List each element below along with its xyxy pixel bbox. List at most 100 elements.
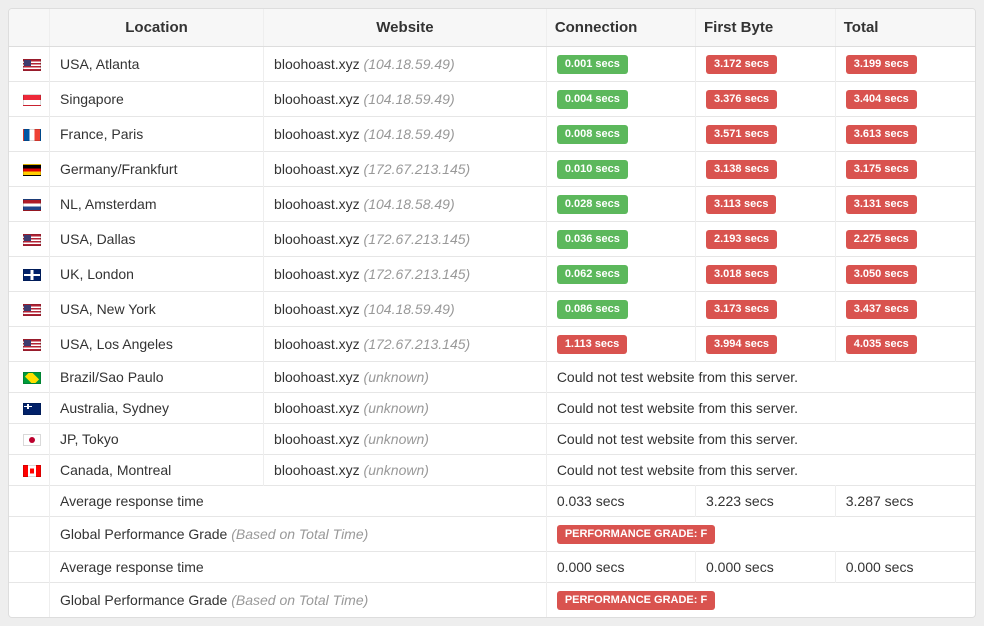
timing-badge: 3.131 secs — [846, 195, 917, 214]
fr-flag-icon — [23, 129, 41, 141]
ca-flag-icon — [23, 465, 41, 477]
host-text: bloohoast.xyz — [274, 400, 360, 416]
first-byte-cell: 3.173 secs — [696, 292, 836, 327]
website-cell: bloohoast.xyz (172.67.213.145) — [264, 152, 547, 187]
flag-cell — [9, 187, 50, 222]
flag-cell — [9, 117, 50, 152]
summary-label: Average response time — [50, 486, 547, 517]
table-row: USA, Los Angelesbloohoast.xyz (172.67.21… — [9, 327, 975, 362]
timing-badge: 3.613 secs — [846, 125, 917, 144]
table-row: Brazil/Sao Paulobloohoast.xyz (unknown)C… — [9, 362, 975, 393]
table-row: NL, Amsterdambloohoast.xyz (104.18.58.49… — [9, 187, 975, 222]
timing-badge: 2.275 secs — [846, 230, 917, 249]
website-cell: bloohoast.xyz (172.67.213.145) — [264, 257, 547, 292]
summary-row: Average response time0.000 secs0.000 sec… — [9, 552, 975, 583]
performance-grade-badge: PERFORMANCE GRADE: F — [557, 525, 715, 544]
uk-flag-icon — [23, 269, 41, 281]
connection-cell: 0.001 secs — [546, 47, 695, 82]
location-cell: JP, Tokyo — [50, 424, 264, 455]
connection-cell: 0.008 secs — [546, 117, 695, 152]
first-byte-cell: 3.571 secs — [696, 117, 836, 152]
error-cell: Could not test website from this server. — [546, 362, 975, 393]
col-location[interactable]: Location — [50, 9, 264, 47]
grade-cell: PERFORMANCE GRADE: F — [546, 517, 975, 552]
timing-badge: 3.018 secs — [706, 265, 777, 284]
total-cell: 3.050 secs — [835, 257, 975, 292]
total-cell: 3.613 secs — [835, 117, 975, 152]
timing-badge: 1.113 secs — [557, 335, 627, 354]
location-cell: USA, New York — [50, 292, 264, 327]
ip-text: (172.67.213.145) — [364, 266, 471, 282]
timing-badge: 3.113 secs — [706, 195, 776, 214]
sg-flag-icon — [23, 94, 41, 106]
us-flag-icon — [23, 339, 41, 351]
host-text: bloohoast.xyz — [274, 161, 360, 177]
timing-badge: 0.086 secs — [557, 300, 628, 319]
first-byte-cell: 3.172 secs — [696, 47, 836, 82]
host-text: bloohoast.xyz — [274, 91, 360, 107]
total-cell: 3.404 secs — [835, 82, 975, 117]
timing-badge: 4.035 secs — [846, 335, 917, 354]
timing-badge: 0.001 secs — [557, 55, 628, 74]
summary-conn: 0.033 secs — [546, 486, 695, 517]
first-byte-cell: 3.138 secs — [696, 152, 836, 187]
ip-text: (unknown) — [364, 369, 429, 385]
flag-cell — [9, 82, 50, 117]
ip-text: (unknown) — [364, 462, 429, 478]
website-cell: bloohoast.xyz (unknown) — [264, 455, 547, 486]
total-cell: 3.131 secs — [835, 187, 975, 222]
host-text: bloohoast.xyz — [274, 301, 360, 317]
location-cell: USA, Los Angeles — [50, 327, 264, 362]
host-text: bloohoast.xyz — [274, 196, 360, 212]
summary-fb: 0.000 secs — [696, 552, 836, 583]
connection-cell: 0.010 secs — [546, 152, 695, 187]
ip-text: (unknown) — [364, 400, 429, 416]
col-first-byte[interactable]: First Byte — [696, 9, 836, 47]
summary-row: Global Performance Grade (Based on Total… — [9, 583, 975, 618]
flag-cell — [9, 362, 50, 393]
flag-cell — [9, 152, 50, 187]
error-cell: Could not test website from this server. — [546, 424, 975, 455]
timing-badge: 3.050 secs — [846, 265, 917, 284]
location-cell: Canada, Montreal — [50, 455, 264, 486]
summary-tot: 3.287 secs — [835, 486, 975, 517]
website-cell: bloohoast.xyz (unknown) — [264, 362, 547, 393]
location-cell: NL, Amsterdam — [50, 187, 264, 222]
flag-cell — [9, 47, 50, 82]
timing-badge: 2.193 secs — [706, 230, 777, 249]
ip-text: (104.18.59.49) — [364, 301, 455, 317]
flag-cell — [9, 517, 50, 552]
connection-cell: 0.062 secs — [546, 257, 695, 292]
timing-badge: 0.010 secs — [557, 160, 628, 179]
location-cell: UK, London — [50, 257, 264, 292]
website-cell: bloohoast.xyz (104.18.59.49) — [264, 82, 547, 117]
summary-tot: 0.000 secs — [835, 552, 975, 583]
host-text: bloohoast.xyz — [274, 56, 360, 72]
timing-badge: 0.036 secs — [557, 230, 628, 249]
flag-cell — [9, 393, 50, 424]
col-total[interactable]: Total — [835, 9, 975, 47]
grade-label-text: Global Performance Grade — [60, 526, 227, 542]
location-cell: Singapore — [50, 82, 264, 117]
flag-cell — [9, 257, 50, 292]
website-cell: bloohoast.xyz (104.18.59.49) — [264, 117, 547, 152]
table-row: Canada, Montrealbloohoast.xyz (unknown)C… — [9, 455, 975, 486]
connection-cell: 0.036 secs — [546, 222, 695, 257]
timing-badge: 3.199 secs — [846, 55, 917, 74]
flag-cell — [9, 292, 50, 327]
host-text: bloohoast.xyz — [274, 336, 360, 352]
total-cell: 3.199 secs — [835, 47, 975, 82]
summary-row: Average response time0.033 secs3.223 sec… — [9, 486, 975, 517]
host-text: bloohoast.xyz — [274, 369, 360, 385]
col-flag — [9, 9, 50, 47]
location-cell: Germany/Frankfurt — [50, 152, 264, 187]
col-website[interactable]: Website — [264, 9, 547, 47]
table-row: USA, New York bloohoast.xyz (104.18.59.49… — [9, 292, 975, 327]
location-cell: USA, Dallas — [50, 222, 264, 257]
table-row: JP, Tokyobloohoast.xyz (unknown)Could no… — [9, 424, 975, 455]
table-header: Location Website Connection First Byte T… — [9, 9, 975, 47]
location-cell: Brazil/Sao Paulo — [50, 362, 264, 393]
total-cell: 4.035 secs — [835, 327, 975, 362]
table-row: France, Parisbloohoast.xyz (104.18.59.49… — [9, 117, 975, 152]
col-connection[interactable]: Connection — [546, 9, 695, 47]
